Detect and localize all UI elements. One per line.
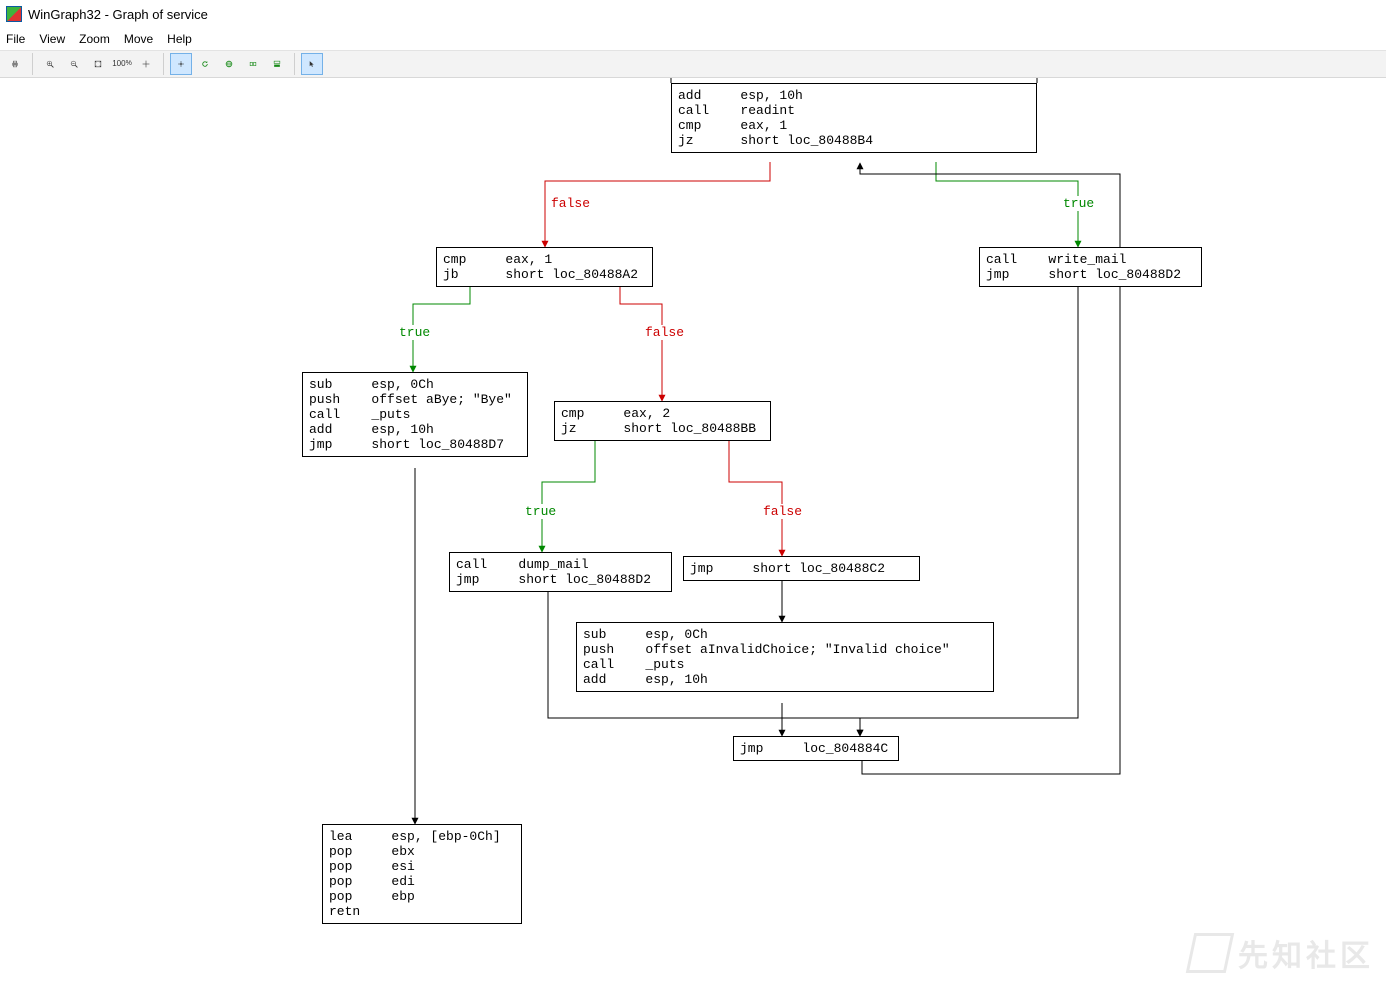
toolbar-separator bbox=[163, 53, 164, 75]
menu-zoom[interactable]: Zoom bbox=[79, 32, 110, 46]
menu-help[interactable]: Help bbox=[167, 32, 192, 46]
watermark: 先知社区 bbox=[1190, 931, 1374, 975]
zoom-out-button[interactable] bbox=[63, 53, 85, 75]
toolbar-separator bbox=[294, 53, 295, 75]
watermark-text: 先知社区 bbox=[1238, 931, 1374, 975]
refresh-ccw-icon bbox=[201, 57, 209, 71]
node-jmp-loop[interactable]: jmp loc_804884C bbox=[733, 736, 899, 761]
layout-b-button[interactable] bbox=[266, 53, 288, 75]
zoom-in-button[interactable] bbox=[39, 53, 61, 75]
zoom-100-label: 100 bbox=[112, 60, 125, 68]
edge-label-true: true bbox=[1062, 196, 1095, 211]
zoom-in-icon bbox=[46, 57, 54, 71]
graph-canvas[interactable]: add esp, 10h call readint cmp eax, 1 jz … bbox=[0, 78, 1386, 981]
node-write-mail[interactable]: call write_mail jmp short loc_80488D2 bbox=[979, 247, 1202, 287]
origin-button[interactable] bbox=[170, 53, 192, 75]
node-cmp-eax1[interactable]: cmp eax, 1 jb short loc_80488A2 bbox=[436, 247, 653, 287]
toolbar: 100 % bbox=[0, 50, 1386, 78]
node-invalid-choice[interactable]: sub esp, 0Ch push offset aInvalidChoice;… bbox=[576, 622, 994, 692]
watermark-icon bbox=[1186, 933, 1235, 973]
edge-label-false: false bbox=[550, 196, 591, 211]
title-bar: WinGraph32 - Graph of service bbox=[0, 0, 1386, 28]
node-dump-mail[interactable]: call dump_mail jmp short loc_80488D2 bbox=[449, 552, 672, 592]
crosshair-center-button[interactable] bbox=[135, 53, 157, 75]
node-readint[interactable]: add esp, 10h call readint cmp eax, 1 jz … bbox=[671, 83, 1037, 153]
layout-a-button[interactable] bbox=[242, 53, 264, 75]
edge-label-false: false bbox=[644, 325, 685, 340]
origin-icon bbox=[177, 57, 185, 71]
globe-button[interactable] bbox=[218, 53, 240, 75]
menu-move[interactable]: Move bbox=[124, 32, 153, 46]
edge-label-true: true bbox=[524, 504, 557, 519]
globe-icon bbox=[225, 57, 233, 71]
node-jmp-c2[interactable]: jmp short loc_80488C2 bbox=[683, 556, 920, 581]
app-icon bbox=[6, 6, 22, 22]
zoom-fit-icon bbox=[94, 57, 102, 71]
node-cmp-eax2[interactable]: cmp eax, 2 jz short loc_80488BB bbox=[554, 401, 771, 441]
menu-file[interactable]: File bbox=[6, 32, 25, 46]
window-title: WinGraph32 - Graph of service bbox=[28, 7, 208, 22]
print-button[interactable] bbox=[4, 53, 26, 75]
layout-a-icon bbox=[249, 57, 257, 71]
menu-view[interactable]: View bbox=[39, 32, 65, 46]
cursor-icon bbox=[308, 57, 316, 71]
menu-bar: File View Zoom Move Help bbox=[0, 28, 1386, 50]
print-icon bbox=[11, 57, 19, 71]
edge-label-false: false bbox=[762, 504, 803, 519]
zoom-fit-button[interactable] bbox=[87, 53, 109, 75]
edge-label-true: true bbox=[398, 325, 431, 340]
crosshair-center-icon bbox=[142, 57, 150, 71]
layout-b-icon bbox=[273, 57, 281, 71]
refresh-button[interactable] bbox=[194, 53, 216, 75]
toolbar-separator bbox=[32, 53, 33, 75]
zoom-out-icon bbox=[70, 57, 78, 71]
node-epilogue[interactable]: lea esp, [ebp-0Ch] pop ebx pop esi pop e… bbox=[322, 824, 522, 924]
cursor-button[interactable] bbox=[301, 53, 323, 75]
node-bye[interactable]: sub esp, 0Ch push offset aBye; "Bye" cal… bbox=[302, 372, 528, 457]
edges-layer bbox=[0, 78, 1386, 981]
zoom-100-button[interactable]: 100 % bbox=[111, 53, 133, 75]
